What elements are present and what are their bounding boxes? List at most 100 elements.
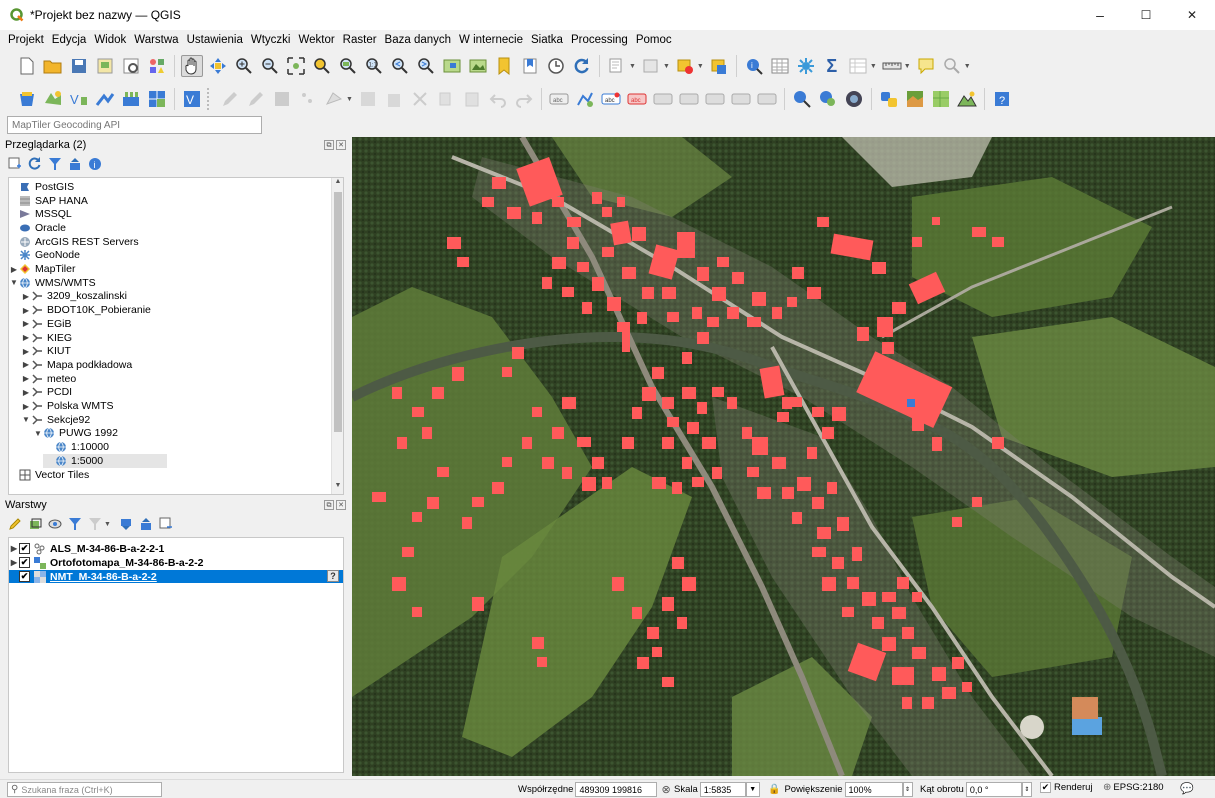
add-wms-layer-icon[interactable]: V xyxy=(68,88,90,110)
browser-item[interactable]: 1:10000 xyxy=(45,440,109,454)
add-vector-layer-icon[interactable] xyxy=(42,88,64,110)
browser-item[interactable]: MSSQL xyxy=(9,207,72,221)
quickmapservices-icon[interactable] xyxy=(843,88,865,110)
zoom-to-selection-icon[interactable] xyxy=(311,55,333,77)
pan-map-icon[interactable] xyxy=(181,55,203,77)
expand-arrow-icon[interactable]: ▶ xyxy=(9,265,19,274)
add-spatialite-layer-icon[interactable] xyxy=(120,88,142,110)
style-manager-icon[interactable] xyxy=(146,55,168,77)
expand-arrow-icon[interactable]: ▶ xyxy=(9,544,19,553)
expand-arrow-icon[interactable]: ▶ xyxy=(21,360,31,369)
plugin-raster-icon[interactable] xyxy=(930,88,952,110)
browser-scrollbar[interactable]: ▲ ▼ xyxy=(331,178,343,494)
close-button[interactable]: ✕ xyxy=(1169,0,1215,30)
add-polygon-feature-icon[interactable] xyxy=(323,88,345,110)
collapse-arrow-icon[interactable]: ▼ xyxy=(33,429,43,438)
delete-selected-icon[interactable] xyxy=(383,88,405,110)
float-panel-icon[interactable]: ⧉ xyxy=(324,500,334,510)
bookmark-icon[interactable] xyxy=(493,55,515,77)
browser-item[interactable]: ▼ PUWG 1992 xyxy=(33,427,118,441)
float-panel-icon[interactable]: ⧉ xyxy=(324,140,334,150)
browser-item[interactable]: ▶ Polska WMTS xyxy=(21,399,114,413)
browser-item[interactable]: Vector Tiles xyxy=(9,468,89,482)
crs-group[interactable]: ⊕ EPSG:2180 xyxy=(1103,782,1166,793)
toggle-editing-icon[interactable] xyxy=(245,88,267,110)
locator-status-search[interactable]: ⚲ Szukana fraza (Ctrl+K) xyxy=(7,782,162,797)
new-print-layout-icon[interactable] xyxy=(94,55,116,77)
refresh-icon[interactable] xyxy=(28,157,42,171)
menu-wektor[interactable]: Wektor xyxy=(294,34,338,46)
manage-map-themes-icon[interactable] xyxy=(48,517,62,531)
zoom-last-icon[interactable] xyxy=(389,55,411,77)
browser-item[interactable]: ▼ WMS/WMTS xyxy=(9,276,96,290)
layer-row-selected[interactable]: ✔ NMT_M-34-86-B-a-2-2 ? xyxy=(9,570,343,583)
menu-wtyczki[interactable]: Wtyczki xyxy=(247,34,295,46)
statistics-icon[interactable]: Σ xyxy=(821,55,843,77)
zoom-full-icon[interactable] xyxy=(285,55,307,77)
layer-visibility-checkbox[interactable]: ✔ xyxy=(19,571,30,582)
dropdown-arrow-icon[interactable]: ▼ xyxy=(663,63,670,70)
identify-features-icon[interactable] xyxy=(606,55,628,77)
extents-toggle-icon[interactable]: ⊗ xyxy=(661,783,670,796)
scroll-down-icon[interactable]: ▼ xyxy=(332,482,343,494)
scroll-thumb[interactable] xyxy=(334,192,342,432)
zoom-out-icon[interactable] xyxy=(259,55,281,77)
close-panel-icon[interactable]: ✕ xyxy=(336,500,346,510)
open-layer-styling-icon[interactable] xyxy=(8,517,22,531)
render-checkbox[interactable]: ✔ xyxy=(1040,782,1051,793)
filter-legend-icon[interactable] xyxy=(68,517,82,531)
open-project-icon[interactable] xyxy=(42,55,64,77)
browser-item[interactable]: PostGIS xyxy=(9,180,74,194)
layer-labeling-options-icon[interactable] xyxy=(574,88,596,110)
dropdown-arrow-icon[interactable]: ▼ xyxy=(870,63,877,70)
expand-arrow-icon[interactable]: ▶ xyxy=(21,306,31,315)
browser-item[interactable]: SAP HANA xyxy=(9,194,88,208)
data-source-manager-icon[interactable] xyxy=(16,88,38,110)
zoom-to-native-icon[interactable] xyxy=(791,88,813,110)
browser-item[interactable]: 1:5000 xyxy=(43,454,167,468)
dropdown-arrow-icon[interactable]: ▼ xyxy=(104,521,111,528)
pin-unpin-labels-icon[interactable]: abc xyxy=(626,88,648,110)
close-panel-icon[interactable]: ✕ xyxy=(336,140,346,150)
browser-item[interactable]: Oracle xyxy=(9,221,66,235)
lock-icon[interactable]: 🔒 xyxy=(768,784,780,795)
filter-icon[interactable] xyxy=(48,157,62,171)
dropdown-arrow-icon[interactable]: ▼ xyxy=(629,63,636,70)
map-canvas[interactable] xyxy=(352,137,1215,776)
vertex-tool-icon[interactable] xyxy=(357,88,379,110)
highlight-pinned-labels-icon[interactable]: abc xyxy=(600,88,622,110)
expand-arrow-icon[interactable]: ▶ xyxy=(21,374,31,383)
browser-item[interactable]: ▶ meteo xyxy=(21,372,76,386)
change-diagram-icon[interactable] xyxy=(756,88,778,110)
layer-visibility-checkbox[interactable]: ✔ xyxy=(19,543,30,554)
refresh-icon[interactable] xyxy=(571,55,593,77)
browser-tree[interactable]: PostGIS SAP HANA MSSQL Oracle ArcGIS REST Se… xyxy=(8,177,344,495)
browser-item[interactable]: ▶ Mapa podkładowa xyxy=(21,358,132,372)
browser-item[interactable]: ArcGIS REST Servers xyxy=(9,235,139,249)
layout-manager-icon[interactable] xyxy=(120,55,142,77)
search-icon[interactable] xyxy=(941,55,963,77)
messages-group[interactable]: 💬 xyxy=(1180,782,1194,795)
undo-icon[interactable] xyxy=(487,88,509,110)
add-raster-layer-icon[interactable] xyxy=(146,88,168,110)
plugin-map-icon[interactable] xyxy=(904,88,926,110)
attribute-table-icon[interactable] xyxy=(769,55,791,77)
new-project-icon[interactable] xyxy=(16,55,38,77)
measure-icon[interactable] xyxy=(881,55,903,77)
current-edits-icon[interactable] xyxy=(219,88,241,110)
save-edits-icon[interactable] xyxy=(271,88,293,110)
expand-arrow-icon[interactable]: ▶ xyxy=(21,388,31,397)
dropdown-arrow-icon[interactable]: ▼ xyxy=(904,63,911,70)
expand-all-icon[interactable] xyxy=(119,517,133,531)
locator-search-input[interactable] xyxy=(7,116,262,134)
menu-siatka[interactable]: Siatka xyxy=(527,34,567,46)
help-icon[interactable]: ? xyxy=(991,88,1013,110)
menu-widok[interactable]: Widok xyxy=(90,34,130,46)
add-point-feature-icon[interactable] xyxy=(297,88,319,110)
deselect-features-icon[interactable] xyxy=(674,55,696,77)
rotate-label-icon[interactable] xyxy=(704,88,726,110)
dropdown-arrow-icon[interactable]: ▼ xyxy=(697,63,704,70)
select-features-icon[interactable] xyxy=(640,55,662,77)
zoom-in-icon[interactable] xyxy=(233,55,255,77)
label-toolbar-icon[interactable]: abc xyxy=(548,88,570,110)
